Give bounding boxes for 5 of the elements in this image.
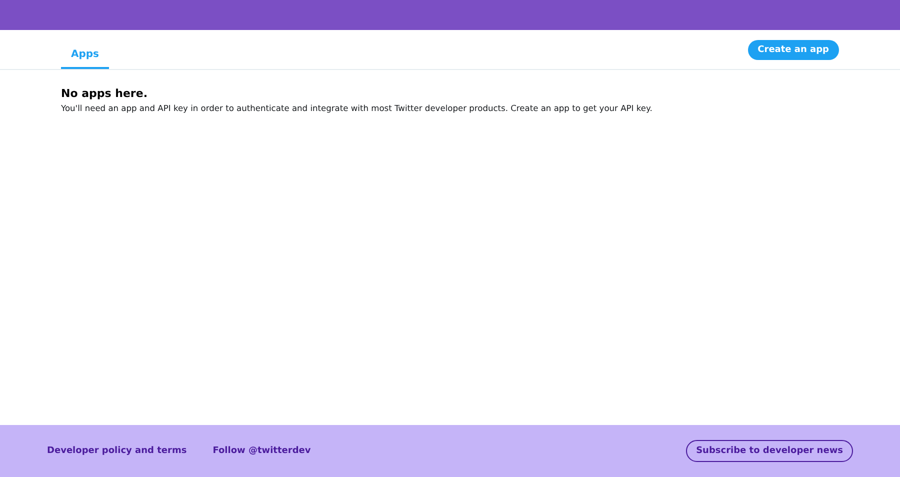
empty-state-message: You'll need an app and API key in order to authenticate and integrate with most Twitter developer products. Create an app to get your API key. <box>61 103 654 113</box>
footer-link[interactable]: Follow @twitterdev <box>212 446 311 456</box>
empty-state-title: No apps here. <box>61 87 148 100</box>
subscribe-button[interactable]: Subscribe to developer news <box>686 440 853 462</box>
footer-link[interactable]: Developer policy and terms <box>47 446 187 456</box>
